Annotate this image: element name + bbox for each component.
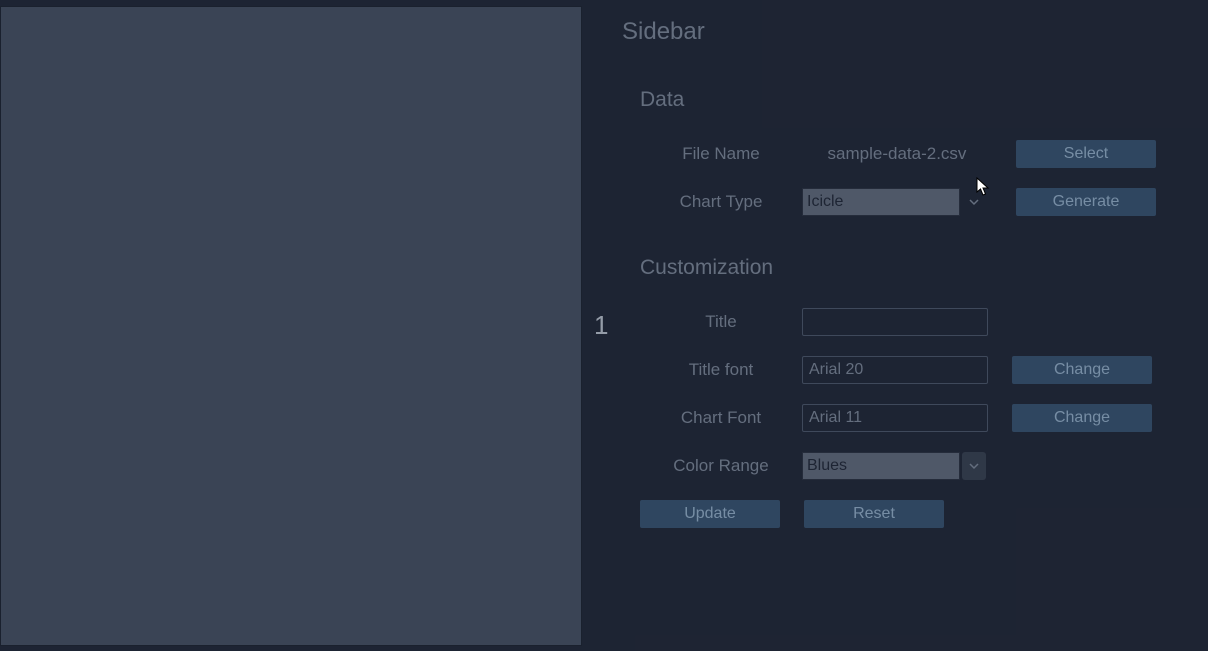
title-label: Title — [640, 312, 802, 332]
color-range-combo — [802, 452, 986, 480]
title-font-label: Title font — [640, 360, 802, 380]
file-name-row: File Name sample-data-2.csv Select — [622, 140, 1182, 168]
chart-canvas[interactable] — [0, 6, 582, 646]
chart-font-input[interactable] — [802, 404, 988, 432]
file-name-value: sample-data-2.csv — [802, 144, 992, 164]
select-button[interactable]: Select — [1016, 140, 1156, 168]
color-range-label: Color Range — [640, 456, 802, 476]
reset-button[interactable]: Reset — [804, 500, 944, 528]
chart-font-label: Chart Font — [640, 408, 802, 428]
chart-font-change-button[interactable]: Change — [1012, 404, 1152, 432]
generate-button[interactable]: Generate — [1016, 188, 1156, 216]
chart-type-row: Chart Type Generate — [622, 188, 1182, 216]
title-font-input[interactable] — [802, 356, 988, 384]
title-input[interactable] — [802, 308, 988, 336]
customization-section-title: Customization — [640, 256, 1182, 280]
customization-actions: Update Reset — [622, 500, 1182, 528]
title-font-change-button[interactable]: Change — [1012, 356, 1152, 384]
chart-type-label: Chart Type — [640, 192, 802, 212]
title-font-row: Title font Change — [622, 356, 1182, 384]
chart-font-row: Chart Font Change — [622, 404, 1182, 432]
customization-section: Customization Title Title font Change Ch… — [622, 256, 1182, 528]
page-number: 1 — [594, 310, 608, 341]
color-range-dropdown-icon[interactable] — [962, 452, 986, 480]
sidebar-title: Sidebar — [622, 18, 1182, 46]
data-section: Data File Name sample-data-2.csv Select … — [622, 88, 1182, 216]
color-range-input[interactable] — [802, 452, 960, 480]
chart-type-combo — [802, 188, 992, 216]
data-section-title: Data — [640, 88, 1182, 112]
color-range-row: Color Range — [622, 452, 1182, 480]
chart-type-dropdown-icon[interactable] — [962, 188, 986, 216]
title-row: Title — [622, 308, 1182, 336]
chart-type-input[interactable] — [802, 188, 960, 216]
sidebar-panel: Sidebar Data File Name sample-data-2.csv… — [622, 18, 1182, 568]
file-name-label: File Name — [640, 144, 802, 164]
update-button[interactable]: Update — [640, 500, 780, 528]
